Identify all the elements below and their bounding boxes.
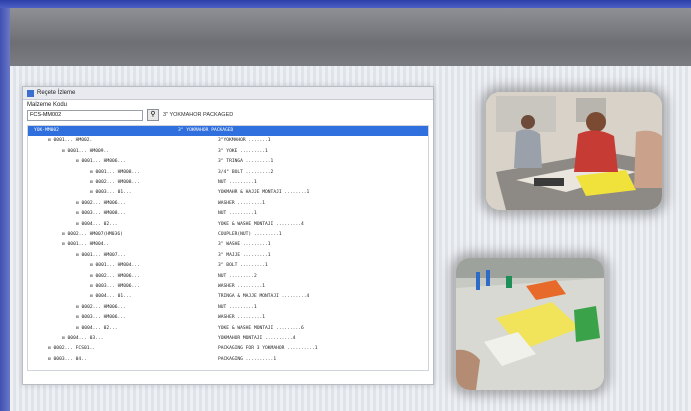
tree-row-code: ⊟ 0001... HM004... — [90, 263, 140, 269]
tree-row-code: ⊟ 0004... 01... — [90, 294, 132, 300]
tree-row-description: NUT .........1 — [218, 211, 257, 217]
workshop-photo-1 — [486, 92, 662, 210]
tree-row[interactable]: YOK-MM002 3" YOKMAHOR PACKAGED — [28, 126, 428, 136]
workshop-photo-1-image — [486, 92, 662, 210]
tree-row[interactable]: ⊟ 0002... HM007(HM036) COUPLER(NUT) .....… — [28, 230, 428, 240]
bom-tree[interactable]: YOK-MM002 3" YOKMAHOR PACKAGED ⊟ 0001... … — [27, 125, 429, 371]
tree-row-code: ⊟ 0003... HM006... — [90, 284, 140, 289]
tree-row[interactable]: ⊟ 0002... HM006... NUT .........1 — [28, 303, 428, 313]
tree-row[interactable]: ⊟ 0002... FCS01.. PACKAGING FOR 3 YOKMAHO… — [28, 344, 428, 354]
tree-row[interactable]: ⊟ 0002... HM006... NUT .........2 — [28, 272, 428, 282]
tree-row[interactable]: ⊟ 0004... 02... YOKE & WASHE MONTAJI ....… — [28, 324, 428, 334]
material-code-input[interactable]: FCS-MM002 — [27, 109, 143, 121]
app-icon — [27, 89, 34, 97]
tree-row-code: ⊟ 0004... 02... — [76, 221, 118, 227]
window-titlebar: Reçete İzleme — [23, 87, 433, 100]
tree-row-description: YOKE & WASHE MONTAJI .........4 — [218, 221, 304, 227]
workshop-photo-2-image — [456, 258, 604, 390]
tree-row-code: ⊟ 0001... HM009.. — [62, 148, 110, 154]
tree-row[interactable]: ⊟ 0003... HM006... WASHER .........1 — [28, 282, 428, 292]
tree-row-code: ⊟ 0001... HM004.. — [62, 242, 110, 248]
tree-row-code: ⊟ 0004... 02... — [76, 325, 118, 331]
tree-row-code: ⊟ 0003... 04.. — [48, 356, 87, 362]
top-bar — [0, 0, 691, 8]
tree-row[interactable]: ⊟ 0004... 03... YOKMAHOR MONTAJI ........… — [28, 334, 428, 344]
tree-row-description: WASHER .........1 — [218, 284, 266, 289]
tree-row-code: ⊟ 0002... HM007(HM036) — [62, 232, 123, 237]
workshop-photo-2 — [456, 258, 604, 390]
field-label: Malzeme Kodu — [27, 102, 68, 108]
tree-row-description: WASHER .........1 — [218, 200, 266, 206]
lookup-button[interactable]: ⚲ — [147, 109, 159, 121]
search-icon: ⚲ — [150, 111, 156, 118]
tree-row[interactable]: ⊟ 0004... 01... TRINGA & MAJJE MONTAJI ..… — [28, 292, 428, 302]
window-title: Reçete İzleme — [37, 90, 76, 96]
tree-row-code: ⊟ 0002... HM006... — [76, 200, 126, 206]
header-band — [10, 8, 691, 66]
tree-row[interactable]: ⊟ 0002... HM008... NUT .........1 — [28, 178, 428, 188]
tree-row[interactable]: ⊟ 0001... HM009.. 3" YOKE .........1 — [28, 147, 428, 157]
tree-row-description: YOKE & WASHE MONTAJI .........6 — [218, 325, 304, 331]
tree-row-code: ⊟ 0003... 01... — [90, 190, 132, 196]
tree-row-code: ⊟ 0001... HM006... — [76, 159, 126, 165]
tree-row[interactable]: ⊟ 0001... HM006... 3" TRINGA .........1 — [28, 157, 428, 167]
tree-row-code: ⊟ 0001... HM002. — [48, 138, 93, 144]
tree-row-code: ⊟ 0004... 03... — [62, 336, 104, 341]
tree-row-description: PACKAGING FOR 3 YOKMAHOR ..........1 — [218, 346, 318, 352]
tree-row[interactable]: ⊟ 0003... 04.. PACKAGING ..........1 — [28, 355, 428, 365]
tree-row-description: 3" MAJJE .........1 — [218, 252, 271, 258]
tree-row[interactable]: ⊟ 0001... HM004.. 3" WASHE .........1 — [28, 240, 428, 250]
tree-row-description: COUPLER(NUT) .........1 — [218, 232, 282, 237]
tree-row-description: 3" YOKE .........1 — [218, 148, 268, 154]
tree-row[interactable]: ⊟ 0001... HM004... 3" BOLT .........1 — [28, 261, 428, 271]
tree-row-code: ⊟ 0001... HM007... — [76, 252, 126, 258]
tree-row[interactable]: ⊟ 0001... HM007... 3" MAJJE .........1 — [28, 251, 428, 261]
tree-row-description: 3" BOLT .........1 — [218, 263, 268, 269]
tree-row-description: 3/4" BOLT .........2 — [218, 169, 274, 175]
tree-row[interactable]: ⊟ 0001... HM002. 3"YOKMAHOR .......1 — [28, 136, 428, 146]
tree-row-code: ⊟ 0002... FCS01.. — [48, 346, 96, 352]
recipe-viewer-screenshot: Reçete İzleme Malzeme Kodu FCS-MM002 ⚲ 3… — [22, 86, 434, 385]
tree-row-description: NUT .........1 — [218, 304, 257, 310]
tree-row-description: NUT .........1 — [218, 180, 257, 185]
tree-row-description: WASHER .........1 — [218, 315, 266, 321]
tree-row-description: 3" TRINGA .........1 — [218, 159, 274, 165]
tree-row-description: 3"YOKMAHOR .......1 — [218, 138, 271, 144]
tree-row[interactable]: ⊟ 0004... 02... YOKE & WASHE MONTAJI ....… — [28, 220, 428, 230]
tree-row-code: ⊟ 0002... HM006... — [90, 273, 140, 279]
tree-row-description: 3" WASHE .........1 — [218, 242, 271, 248]
field-row: FCS-MM002 ⚲ 3" YOKMAHOR PACKAGED — [23, 108, 433, 122]
tree-row-description: YOKMAHOR MONTAJI ..........4 — [218, 336, 296, 341]
tree-row-code: YOK-MM002 — [34, 128, 59, 133]
tree-row[interactable]: ⊟ 0003... HM006... WASHER .........1 — [28, 313, 428, 323]
tree-row[interactable]: ⊟ 0003... HM008... NUT .........1 — [28, 209, 428, 219]
tree-row-description: YOKMAHR & HAJJE MONTAJI ........1 — [218, 190, 310, 196]
tree-row-code: ⊟ 0002... HM006... — [76, 304, 126, 310]
material-description: 3" YOKMAHOR PACKAGED — [163, 112, 234, 118]
tree-row-code: ⊟ 0002... HM008... — [90, 180, 140, 185]
tree-row[interactable]: ⊟ 0002... HM006... WASHER .........1 — [28, 199, 428, 209]
tree-row[interactable]: ⊟ 0001... HM008... 3/4" BOLT .........2 — [28, 168, 428, 178]
tree-row-code: ⊟ 0003... HM006... — [76, 315, 126, 321]
tree-row-code: ⊟ 0001... HM008... — [90, 169, 140, 175]
tree-row-code: ⊟ 0003... HM008... — [76, 211, 126, 217]
tree-row-description: NUT .........2 — [218, 273, 257, 279]
tree-row[interactable]: ⊟ 0003... 01... YOKMAHR & HAJJE MONTAJI .… — [28, 188, 428, 198]
tree-row-description: PACKAGING ..........1 — [218, 356, 277, 362]
tree-row-description: TRINGA & MAJJE MONTAJI .........4 — [218, 294, 310, 300]
tree-row-description: 3" YOKMAHOR PACKAGED — [178, 128, 237, 133]
left-edge — [0, 8, 10, 411]
